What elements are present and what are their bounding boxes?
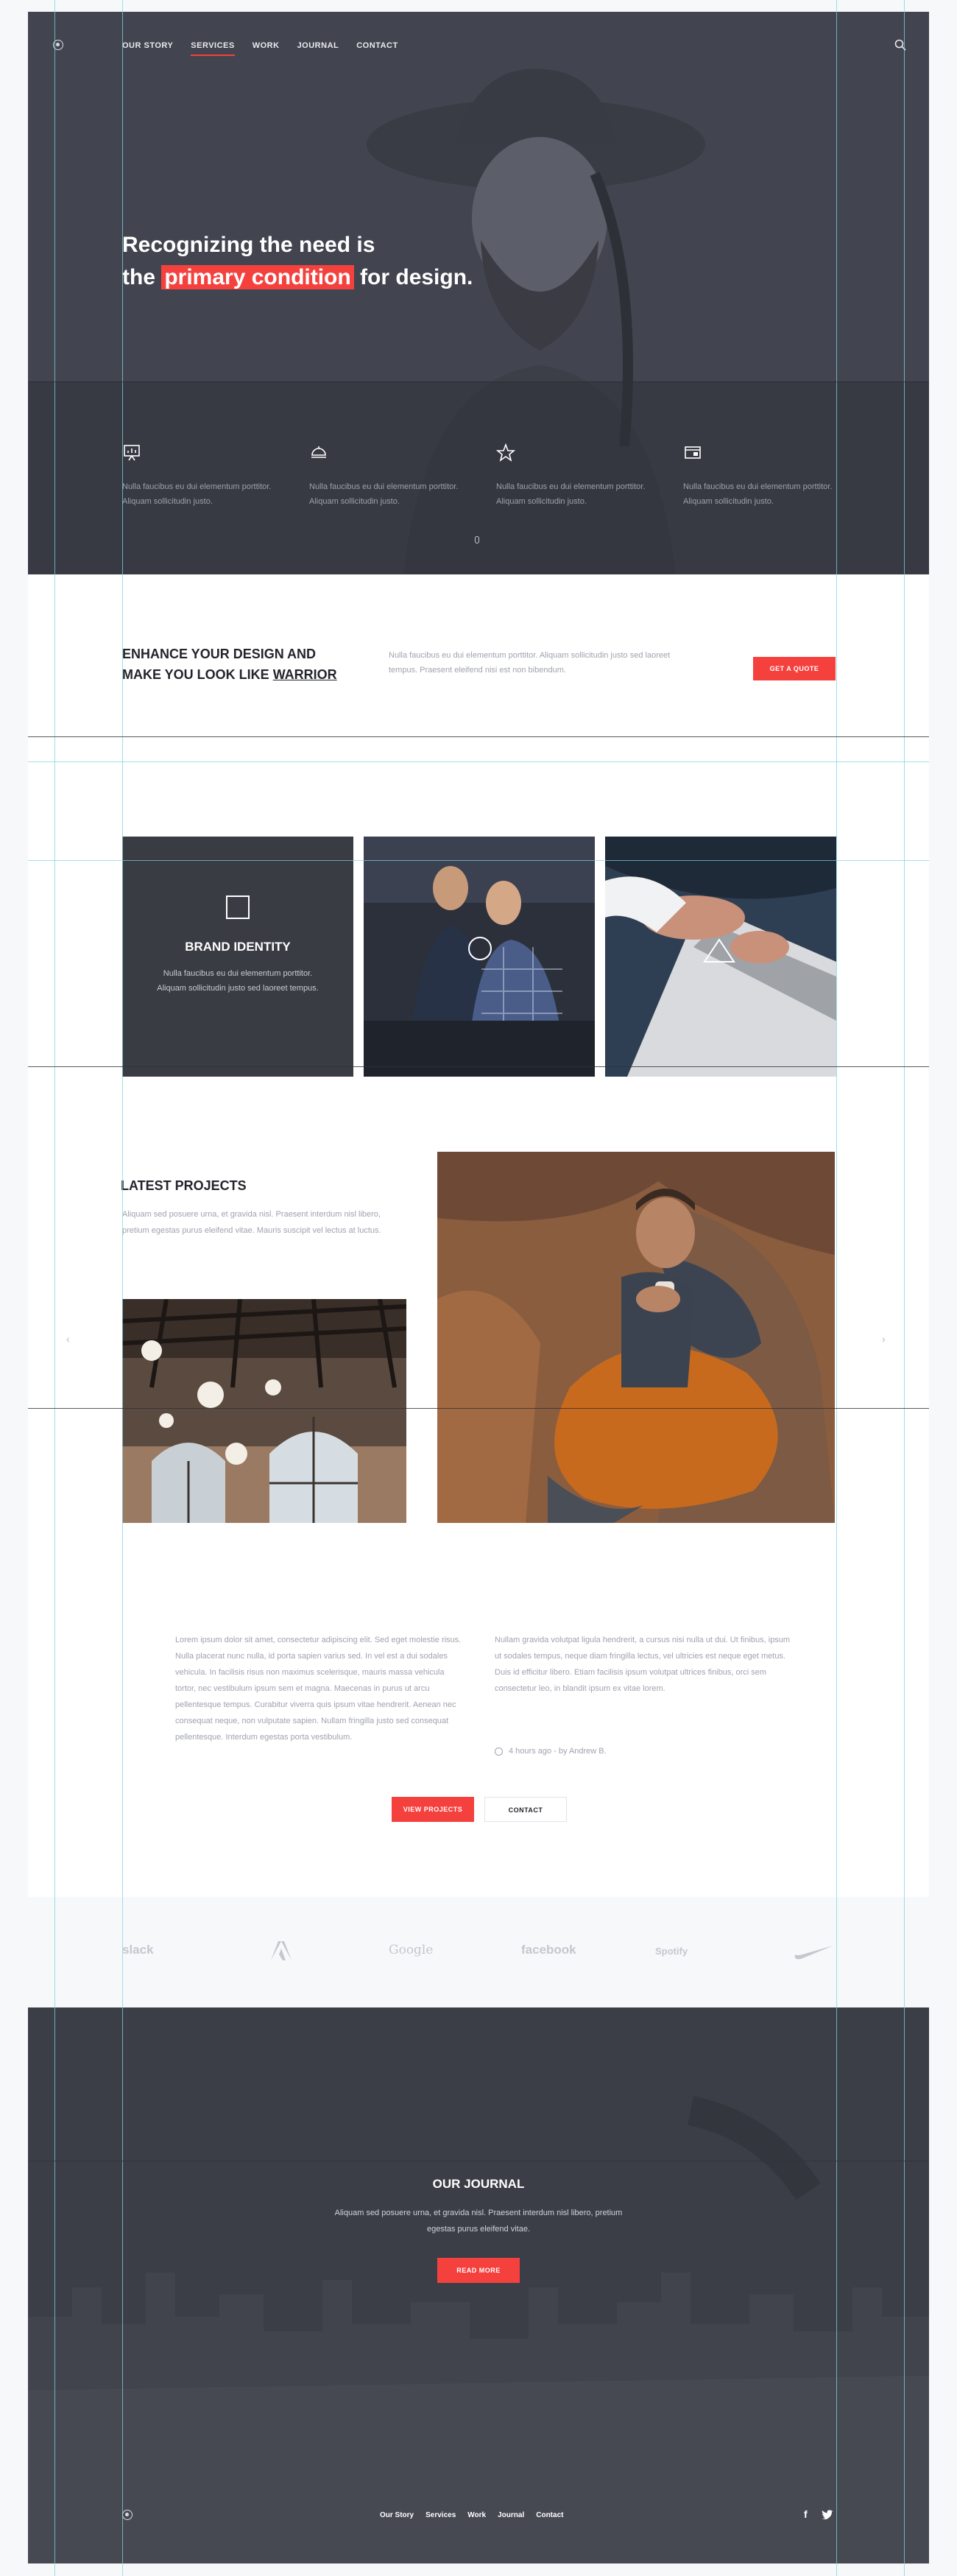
- contact-button[interactable]: CONTACT: [484, 1797, 567, 1822]
- headline-line-1: Recognizing the need is: [122, 233, 375, 257]
- guide-line: [904, 0, 905, 2576]
- headline-line-2-post: for design.: [353, 265, 473, 289]
- guide-line: [836, 0, 837, 2576]
- article-meta: 4 hours ago - by Andrew B.: [495, 1747, 607, 1756]
- service-card-brand-identity[interactable]: BRAND IDENTITY Nulla faucibus eu dui ele…: [122, 837, 353, 1077]
- brand-logos: slack Google facebook Spotify: [28, 1897, 929, 2007]
- journal-section: OUR JOURNAL Aliquam sed posuere urna, et…: [28, 2007, 929, 2563]
- twitter-icon[interactable]: [822, 2510, 833, 2519]
- nav-item-our-story[interactable]: OUR STORY: [122, 41, 173, 50]
- google-logo: Google: [389, 1943, 434, 1957]
- slack-logo: slack: [122, 1943, 154, 1957]
- footer-link-journal[interactable]: Journal: [498, 2511, 524, 2519]
- feature-text: Nulla faucibus eu dui elementum porttito…: [683, 482, 833, 506]
- city-background-image: [28, 2007, 929, 2563]
- card-title: BRAND IDENTITY: [185, 940, 291, 954]
- footer-link-our-story[interactable]: Our Story: [380, 2511, 414, 2519]
- latest-projects-text: Aliquam sed posuere urna, et gravida nis…: [122, 1210, 381, 1235]
- search-icon[interactable]: [894, 38, 907, 52]
- nike-logo: [794, 1946, 833, 1960]
- cta-text: Nulla faucibus eu dui elementum porttito…: [389, 651, 671, 675]
- guide-line: [28, 1408, 929, 1409]
- feature-item: Nulla faucibus eu dui elementum porttito…: [683, 443, 852, 509]
- article-column-2: Nullam gravida volutpat ligula hendrerit…: [495, 1636, 791, 1693]
- meeting-photo: [364, 837, 595, 1077]
- journal-text: Aliquam sed posuere urna, et gravida nis…: [334, 2209, 623, 2234]
- square-icon: [226, 895, 250, 919]
- top-nav: OUR STORY SERVICES WORK JOURNAL CONTACT: [28, 12, 929, 78]
- footer-link-work[interactable]: Work: [467, 2511, 486, 2519]
- cta-title-line-2: MAKE YOU LOOK LIKE: [122, 667, 273, 682]
- nav-item-contact[interactable]: CONTACT: [356, 41, 398, 50]
- footer-link-services[interactable]: Services: [425, 2511, 456, 2519]
- loft-photo: [122, 1299, 406, 1523]
- presentation-icon: [124, 445, 140, 461]
- prev-arrow-icon[interactable]: ‹: [66, 1333, 70, 1345]
- view-projects-button[interactable]: VIEW PROJECTS: [392, 1797, 474, 1822]
- article-meta-text: 4 hours ago - by Andrew B.: [509, 1747, 607, 1756]
- guide-line: [54, 0, 55, 2576]
- feature-item: Nulla faucibus eu dui elementum porttito…: [309, 443, 478, 509]
- get-a-quote-button[interactable]: GET A QUOTE: [753, 657, 836, 680]
- adobe-logo: [271, 1941, 292, 1960]
- headline-highlight: primary condition: [161, 265, 354, 289]
- star-icon: [495, 443, 516, 462]
- card-text: Nulla faucibus eu dui elementum porttito…: [157, 969, 319, 993]
- facebook-icon[interactable]: f: [804, 2508, 808, 2520]
- headline-line-2-pre: the: [122, 265, 162, 289]
- guide-line: [28, 736, 929, 737]
- guide-line: [28, 860, 929, 861]
- guide-line: [122, 0, 123, 2576]
- feature-text: Nulla faucibus eu dui elementum porttito…: [309, 482, 459, 506]
- guide-line: [28, 381, 929, 382]
- footer-links: Our Story Services Work Journal Contact: [380, 2511, 563, 2519]
- cta-title-line-1: ENHANCE YOUR DESIGN AND: [122, 647, 317, 661]
- footer-link-contact[interactable]: Contact: [536, 2511, 563, 2519]
- feature-text: Nulla faucibus eu dui elementum porttito…: [122, 482, 272, 506]
- article-column-1: Lorem ipsum dolor sit amet, consectetur …: [175, 1636, 462, 1742]
- read-more-button[interactable]: READ MORE: [437, 2258, 520, 2283]
- footer-logo-icon[interactable]: [122, 2510, 133, 2520]
- nav-links: OUR STORY SERVICES WORK JOURNAL CONTACT: [122, 41, 398, 56]
- page: OUR STORY SERVICES WORK JOURNAL CONTACT …: [28, 12, 929, 2563]
- service-card-meeting-image[interactable]: [364, 837, 595, 1077]
- guide-line: [28, 761, 929, 762]
- hero-headline: Recognizing the need is the primary cond…: [122, 229, 473, 294]
- service-card-laptop-image[interactable]: [605, 837, 836, 1077]
- spotify-logo: Spotify: [655, 1946, 688, 1957]
- cta-title: ENHANCE YOUR DESIGN AND MAKE YOU LOOK LI…: [122, 644, 337, 685]
- next-arrow-icon[interactable]: ›: [882, 1333, 886, 1345]
- dome-icon: [311, 446, 326, 458]
- feature-text: Nulla faucibus eu dui elementum porttito…: [496, 482, 646, 506]
- guide-line: [28, 1066, 929, 1067]
- cta-title-underlined: WARRIOR: [272, 667, 337, 682]
- cta-section: ENHANCE YOUR DESIGN AND MAKE YOU LOOK LI…: [28, 574, 929, 748]
- laptop-photo: [605, 837, 836, 1077]
- feature-item: Nulla faucibus eu dui elementum porttito…: [495, 443, 665, 509]
- latest-projects-title: LATEST PROJECTS: [121, 1178, 247, 1193]
- browser-icon: [685, 446, 701, 459]
- hiker-photo: [437, 1152, 835, 1523]
- feature-item: Nulla faucibus eu dui elementum porttito…: [122, 443, 292, 509]
- hero-section: OUR STORY SERVICES WORK JOURNAL CONTACT …: [28, 12, 929, 574]
- scroll-indicator-icon[interactable]: [475, 536, 479, 543]
- project-image-hiker[interactable]: [437, 1152, 835, 1523]
- clock-icon: [495, 1747, 503, 1756]
- nav-item-services[interactable]: SERVICES: [191, 41, 236, 56]
- facebook-logo: facebook: [521, 1943, 576, 1957]
- nav-item-work[interactable]: WORK: [253, 41, 280, 50]
- project-image-loft[interactable]: [122, 1299, 406, 1523]
- journal-title: OUR JOURNAL: [432, 2177, 525, 2191]
- nav-item-journal[interactable]: JOURNAL: [297, 41, 339, 50]
